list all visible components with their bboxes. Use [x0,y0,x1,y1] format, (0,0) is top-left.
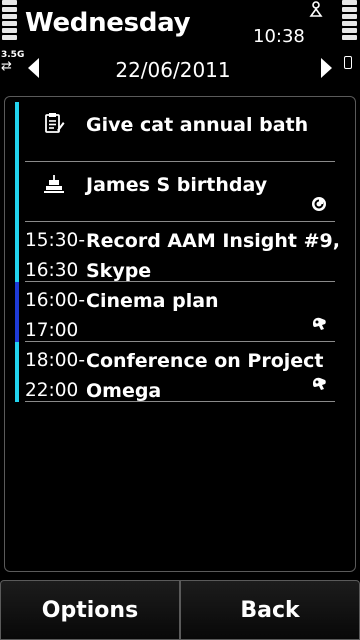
day-entries-list: Give cat annual bath James S birthday 15… [4,96,356,572]
entry-subject: Conference on Project Omega [86,346,324,406]
entry-subject-line: Cinema plan [86,290,219,312]
repeat-icon [312,197,326,211]
entry-times: 16:00- 17:00 [25,286,85,346]
entry-times: 15:30- 16:30 [25,226,85,286]
list-item[interactable]: James S birthday [15,162,335,222]
entry-subject-line: Record AAM Insight #9, [86,230,340,252]
entry-start-time: 16:00- [25,290,85,311]
entry-subject: James S birthday [86,174,268,196]
date-label: 22/06/2011 [115,58,231,82]
entry-subject: Cinema plan [86,286,219,316]
battery-level-icon [342,0,358,42]
list-item[interactable]: Give cat annual bath [15,102,335,162]
entry-times: 18:00- 22:00 [25,346,85,406]
list-item[interactable]: 18:00- 22:00 Conference on Project Omega [15,342,335,402]
list-item[interactable]: 15:30- 16:30 Record AAM Insight #9, Skyp… [15,222,340,282]
softkey-bar: Options Back [0,580,360,640]
list-item[interactable]: 16:00- 17:00 Cinema plan [15,282,335,342]
back-button[interactable]: Back [180,580,360,640]
profile-icon [309,1,323,17]
next-day-arrow-icon[interactable] [321,58,332,78]
entry-start-time: 18:00- [25,350,85,371]
entry-subject-line: Conference on Project [86,350,324,372]
signal-strength-icon [2,0,18,42]
entry-color-bar [15,162,19,222]
entry-color-bar [15,102,19,162]
entry-color-bar [15,342,19,402]
entry-start-time: 15:30- [25,230,85,251]
options-button[interactable]: Options [0,580,180,640]
alarm-icon [313,317,326,330]
entry-color-bar [15,282,19,342]
todo-icon [45,113,65,133]
entry-subject: Record AAM Insight #9, Skype [86,226,340,286]
divider [25,401,335,402]
entry-subject: Give cat annual bath [86,114,309,136]
day-title: Wednesday [25,8,191,38]
anniversary-icon [44,175,64,193]
clock: 10:38 [253,26,305,47]
alarm-icon [313,377,326,390]
entry-color-bar [15,222,19,282]
